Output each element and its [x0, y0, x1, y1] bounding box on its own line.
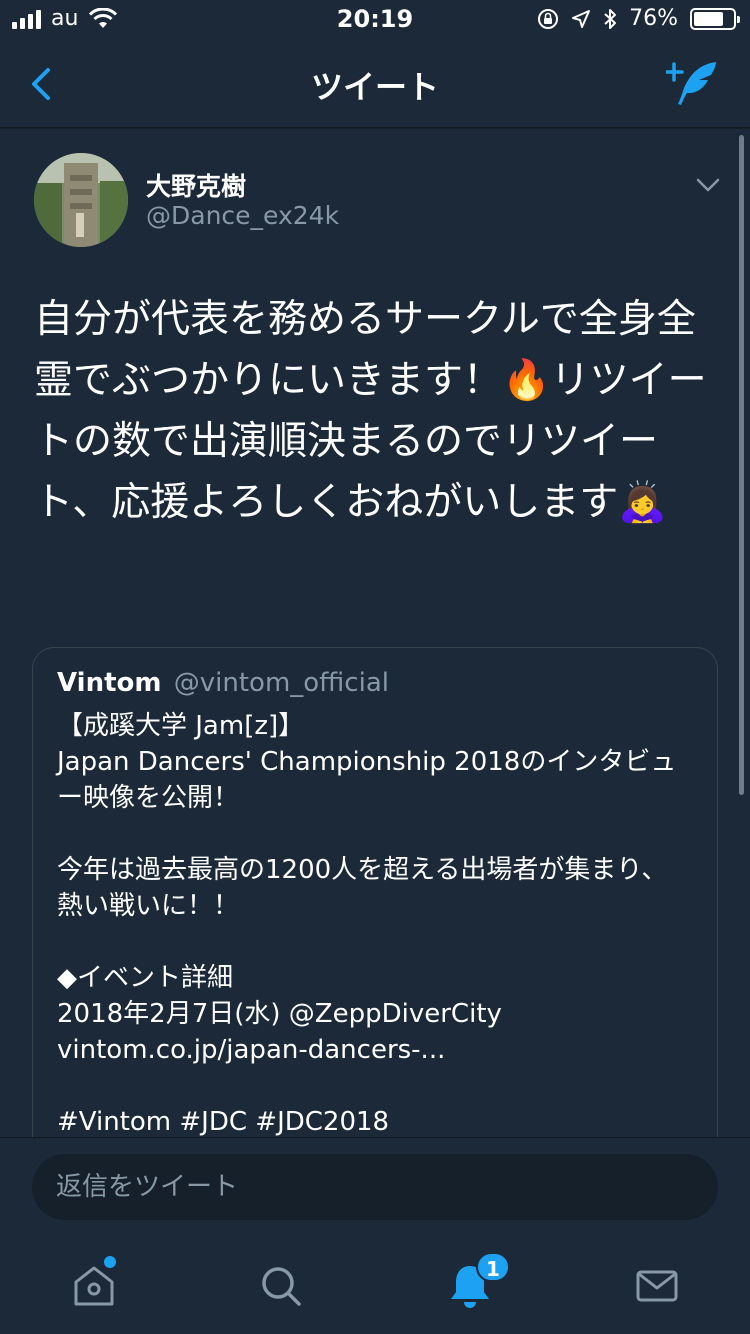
battery-icon: [690, 7, 740, 30]
tab-home[interactable]: [70, 1262, 118, 1310]
tweet-detail: 大野克樹 @Dance_ex24k 自分が代表を務めるサークルで全身全霊でぶつか…: [0, 129, 750, 1137]
reply-bar: 返信をツイート: [0, 1137, 750, 1234]
display-name[interactable]: 大野克樹: [146, 167, 246, 203]
quoted-tweet-text: 【成蹊大学 Jam[z]】 Japan Dancers' Championshi…: [57, 711, 677, 1137]
quoted-tweet-header: Vintom @vintom_official: [57, 668, 693, 698]
status-right: 76%: [537, 6, 740, 31]
battery-percent: 76%: [629, 6, 678, 31]
reply-input[interactable]: 返信をツイート: [32, 1154, 718, 1220]
status-bar: au 20:19 76%: [0, 0, 750, 40]
notifications-badge: 1: [476, 1252, 510, 1282]
tab-messages[interactable]: [633, 1262, 681, 1310]
tab-search[interactable]: [257, 1262, 305, 1310]
home-unread-dot: [104, 1256, 116, 1268]
avatar[interactable]: [34, 153, 128, 247]
rotation-lock-icon: [538, 8, 559, 29]
tweet-text: 自分が代表を務めるサークルで全身全霊でぶつかりにいきます！🔥リツイートの数で出演…: [34, 289, 724, 533]
tab-bar: 1: [0, 1234, 750, 1334]
location-icon: [572, 9, 591, 28]
navigation-bar: ツイート: [0, 40, 750, 128]
fire-emoji: 🔥: [502, 358, 551, 403]
user-handle[interactable]: @Dance_ex24k: [146, 201, 339, 230]
chevron-down-icon[interactable]: [696, 177, 720, 193]
page-title: ツイート: [310, 68, 439, 106]
bowing-emoji: 🙇‍♀️: [618, 480, 667, 525]
quoted-tweet[interactable]: Vintom @vintom_official 【成蹊大学 Jam[z]】 Ja…: [32, 647, 718, 1137]
compose-tweet-button[interactable]: [666, 58, 722, 108]
quoted-display-name: Vintom: [57, 668, 162, 698]
quoted-user-handle: @vintom_official: [173, 668, 389, 698]
scrollbar[interactable]: [739, 135, 744, 795]
bluetooth-icon: [604, 8, 617, 29]
